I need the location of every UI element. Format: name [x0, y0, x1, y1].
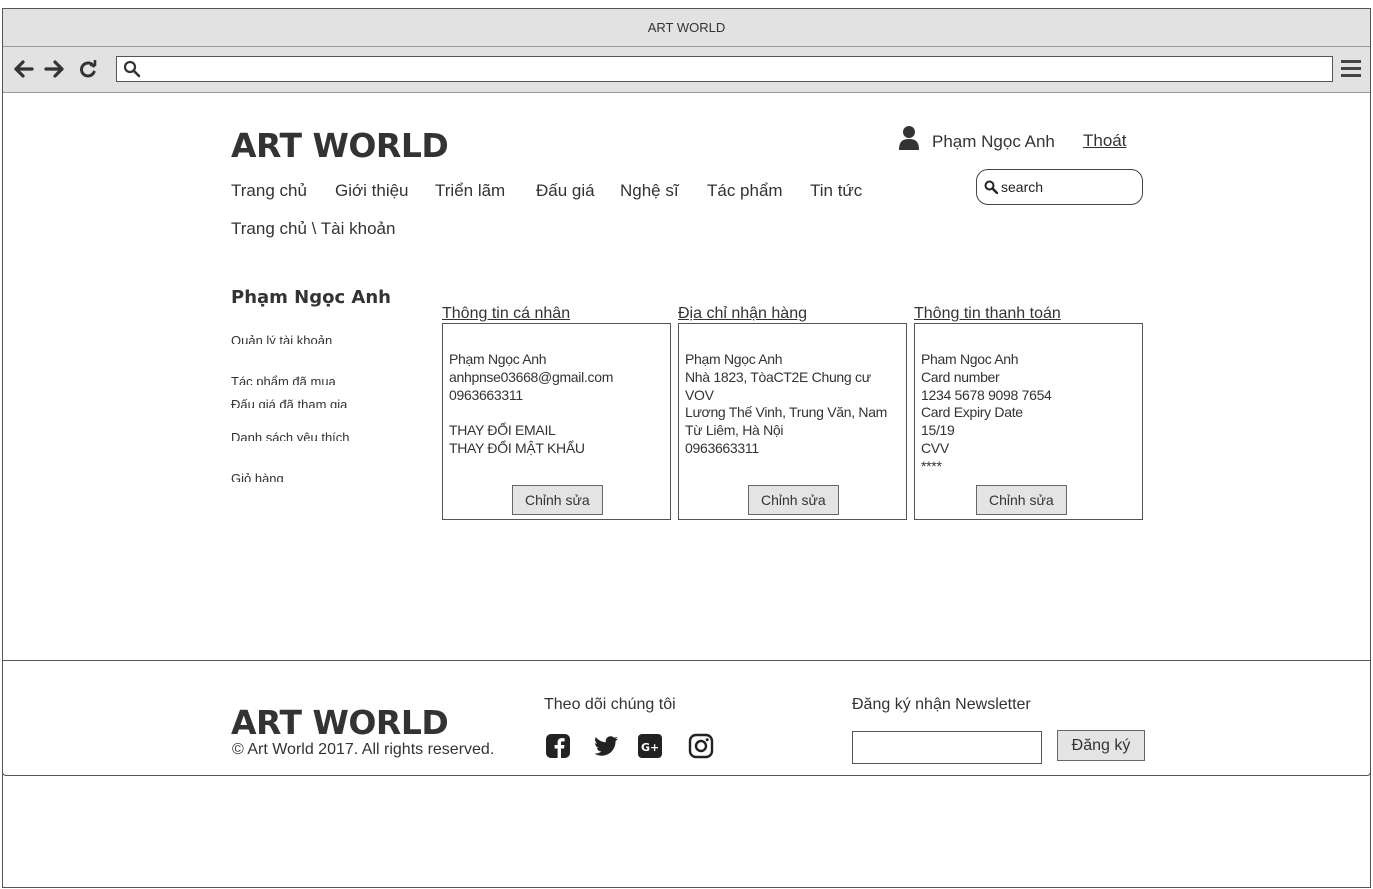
- card-line: [449, 404, 613, 422]
- shipping-address-card: Phạm Ngọc Anh Nhà 1823, TòaCT2E Chung cư…: [678, 323, 907, 520]
- site-search[interactable]: [976, 169, 1143, 205]
- sidebar-item-account[interactable]: Quản lý tài khoản: [231, 332, 332, 344]
- user-icon: [899, 126, 919, 150]
- newsletter-email-input[interactable]: [852, 731, 1042, 764]
- svg-text:G+: G+: [641, 741, 659, 754]
- footer-copyright: © Art World 2017. All rights reserved.: [232, 741, 495, 758]
- site-logo[interactable]: ART WORLD: [231, 126, 449, 165]
- card-line: Card Expiry Date: [921, 404, 1023, 421]
- card-line: Từ Liêm, Hà Nội: [685, 422, 784, 439]
- browser-toolbar: [3, 47, 1370, 93]
- subscribe-button[interactable]: Đăng ký: [1057, 730, 1145, 761]
- search-icon: [123, 60, 141, 78]
- footer-follow-title: Theo dõi chúng tôi: [544, 696, 676, 713]
- change-email-link[interactable]: THAY ĐỔI EMAIL: [449, 422, 613, 440]
- breadcrumb: Trang chủ \ Tài khoản: [231, 219, 396, 238]
- nav-item-artworks[interactable]: Tác phẩm: [707, 181, 783, 201]
- card-line: VOV: [685, 386, 714, 403]
- card-line: 0963663311: [685, 439, 759, 456]
- personal-info-card: Phạm Ngọc Anh anhpnse03668@gmail.com 096…: [442, 323, 671, 520]
- payment-info-card: Pham Ngoc Anh Card number 1234 5678 9098…: [914, 323, 1143, 520]
- footer-divider: [3, 660, 1370, 661]
- card-line: anhpnse03668@gmail.com: [449, 368, 614, 385]
- shipping-address-heading: Địa chỉ nhận hàng: [678, 305, 807, 322]
- search-icon: [984, 180, 998, 194]
- address-bar[interactable]: [116, 56, 1333, 82]
- nav-item-exhibitions[interactable]: Triển lãm: [435, 181, 505, 201]
- card-line: Nhà 1823, TòaCT2E Chung cư: [685, 368, 871, 385]
- nav-item-auctions[interactable]: Đấu giá: [536, 181, 595, 201]
- nav-item-about[interactable]: Giới thiệu: [335, 181, 409, 201]
- user-name[interactable]: Phạm Ngọc Anh: [932, 132, 1055, 152]
- card-line: 0963663311: [449, 386, 523, 403]
- newsletter-title: Đăng ký nhận Newsletter: [852, 696, 1031, 713]
- card-line: Phạm Ngọc Anh: [685, 351, 783, 367]
- sidebar-item-wishlist[interactable]: Danh sách yêu thích: [231, 429, 350, 441]
- twitter-icon[interactable]: [593, 733, 619, 759]
- footer-logo: ART WORLD: [231, 703, 449, 742]
- logout-link[interactable]: Thoát: [1083, 131, 1126, 151]
- edit-personal-info-button[interactable]: Chỉnh sửa: [512, 485, 603, 515]
- card-line: 15/19: [921, 422, 955, 439]
- card-line: Card number: [921, 368, 1000, 385]
- nav-item-artists[interactable]: Nghệ sĩ: [620, 181, 679, 201]
- sidebar-title: Phạm Ngọc Anh: [231, 287, 391, 308]
- arrow-left-icon[interactable]: [13, 57, 35, 81]
- instagram-icon[interactable]: [688, 733, 714, 759]
- sidebar-item-auctions[interactable]: Đấu giá đã tham gia: [231, 396, 347, 408]
- card-line: 1234 5678 9098 7654: [921, 386, 1052, 403]
- window-title: ART WORLD: [3, 9, 1370, 47]
- personal-info-heading: Thông tin cá nhân: [442, 305, 571, 322]
- edit-shipping-address-button[interactable]: Chỉnh sửa: [748, 485, 839, 515]
- nav-item-news[interactable]: Tin tức: [810, 181, 862, 201]
- sidebar-item-purchased[interactable]: Tác phẩm đã mua: [231, 373, 336, 385]
- card-line: Pham Ngoc Anh: [921, 351, 1019, 367]
- facebook-icon[interactable]: [545, 733, 571, 759]
- arrow-right-icon[interactable]: [43, 57, 65, 81]
- edit-payment-info-button[interactable]: Chỉnh sửa: [976, 485, 1067, 515]
- reload-icon[interactable]: [77, 57, 99, 81]
- change-password-link[interactable]: THAY ĐỔI MẬT KHẨU: [449, 440, 613, 458]
- payment-info-heading: Thông tin thanh toán: [914, 305, 1061, 322]
- google-plus-icon[interactable]: G+: [637, 733, 663, 759]
- nav-item-home[interactable]: Trang chủ: [231, 181, 307, 201]
- card-line: CVV: [921, 439, 949, 456]
- search-input[interactable]: [1001, 178, 1131, 196]
- card-line: ****: [921, 457, 942, 474]
- card-line: Phạm Ngọc Anh: [449, 351, 547, 367]
- card-line: Lương Thế Vinh, Trung Văn, Nam: [685, 404, 888, 421]
- sidebar-item-cart[interactable]: Giỏ hàng: [231, 470, 284, 482]
- browser-window: ART WORLD ART WORLD Phạm Ngọc Anh Thoát …: [2, 8, 1371, 776]
- address-input[interactable]: [145, 59, 1325, 79]
- hamburger-menu-icon[interactable]: [1341, 60, 1361, 78]
